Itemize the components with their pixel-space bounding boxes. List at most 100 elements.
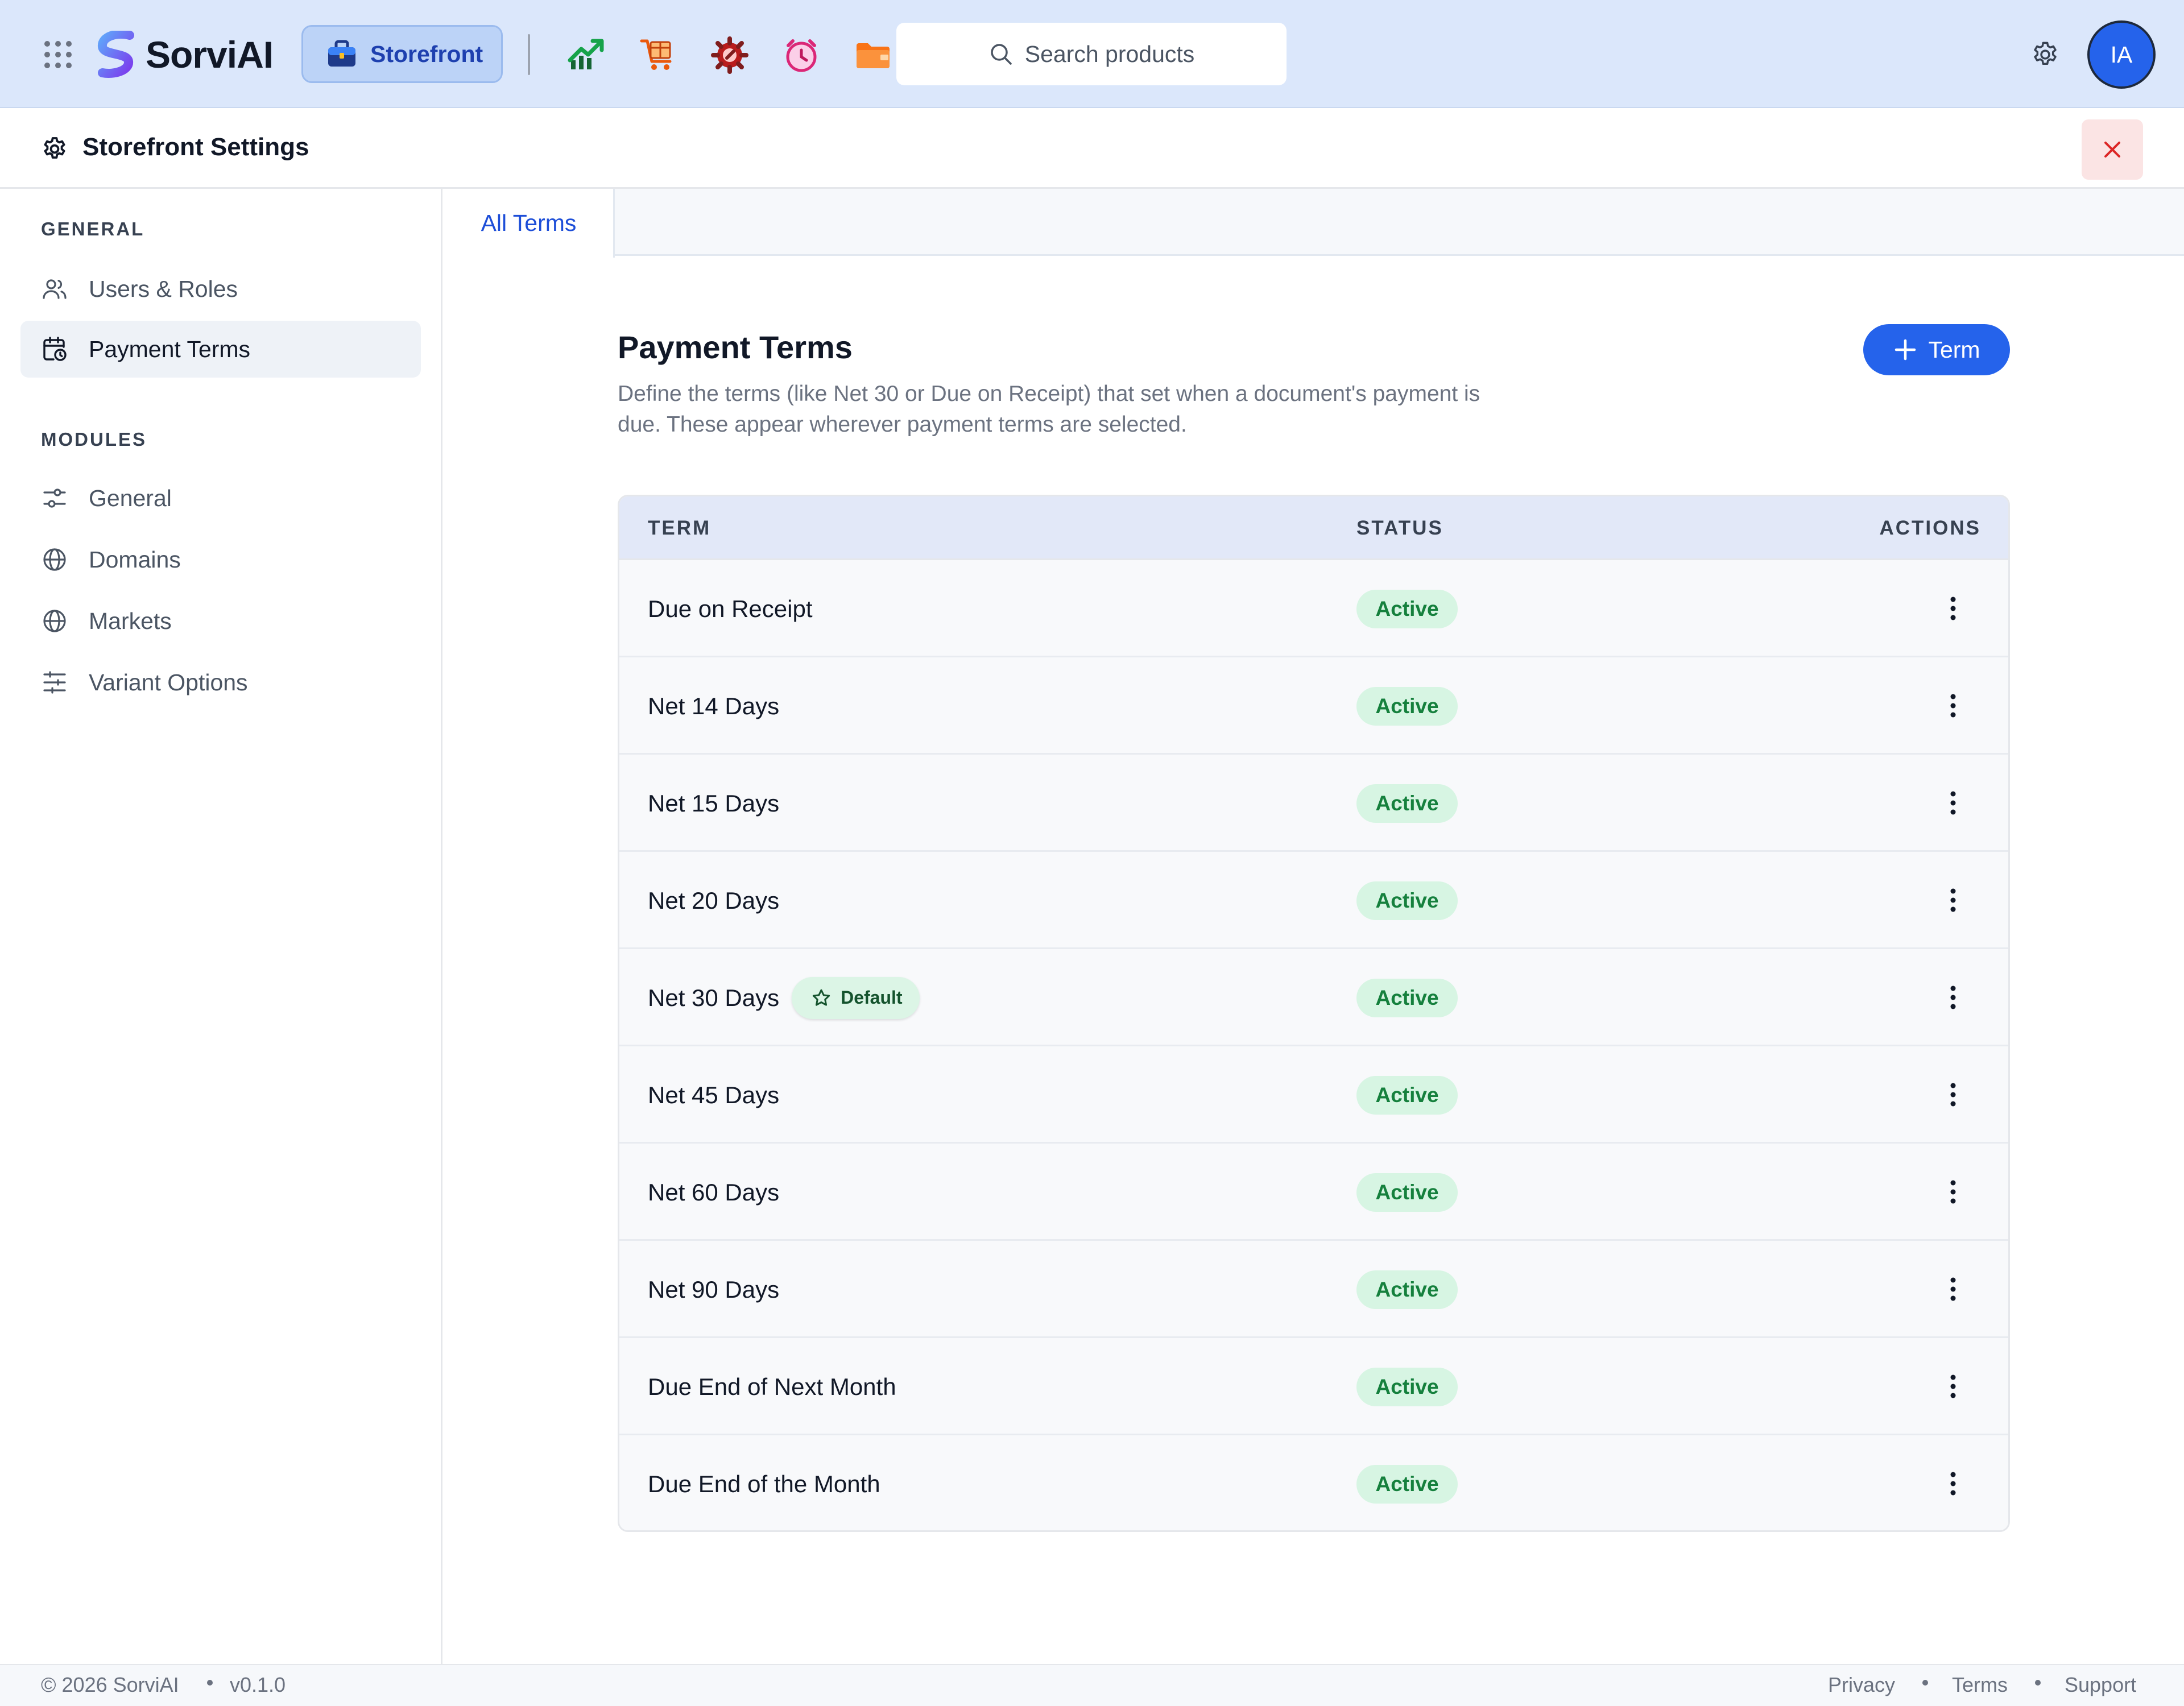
row-actions-button[interactable] (1934, 1173, 1972, 1211)
term-cell: Net 14 Days (648, 657, 779, 755)
footer-separator (2035, 1680, 2041, 1686)
sidebar-item-domains[interactable]: Domains (20, 531, 421, 588)
term-name: Net 30 Days (648, 984, 780, 1011)
more-vertical-icon (1950, 1277, 1956, 1301)
sidebar-item-label: Payment Terms (89, 336, 251, 362)
sidebar-item-markets[interactable]: Markets (20, 593, 421, 649)
settings-header: Storefront Settings (0, 108, 2184, 189)
row-actions-button[interactable] (1934, 979, 1972, 1016)
calendar-clock-icon (43, 337, 67, 361)
table-row[interactable]: Net 30 Days Default Active (619, 949, 2008, 1046)
sidebar-item-users-roles[interactable]: Users & Roles (20, 260, 421, 317)
package-cart-icon[interactable] (638, 35, 678, 75)
users-icon (43, 279, 67, 299)
table-header: TERM STATUS ACTIONS (619, 496, 2008, 560)
app-launcher-icon[interactable] (44, 41, 72, 68)
sidebar-item-variant-options[interactable]: Variant Options (20, 654, 421, 711)
term-cell: Net 45 Days (648, 1046, 779, 1144)
chart-trending-up-icon[interactable] (566, 35, 606, 75)
settings-sidebar: GENERAL Users & Roles Payment Terms MODU… (0, 189, 442, 1664)
status-badge: Active (1356, 784, 1458, 823)
brand-name: SorviAI (146, 34, 274, 76)
sidebar-item-label: General (89, 485, 172, 511)
settings-gear-icon (44, 137, 65, 159)
term-cell: Net 15 Days (648, 755, 779, 852)
term-name: Net 15 Days (648, 789, 780, 817)
default-badge-label: Default (841, 987, 903, 1008)
term-cell: Net 20 Days (648, 852, 779, 949)
page-description: Define the terms (like Net 30 or Due on … (618, 382, 1480, 437)
table-row[interactable]: Due End of Next Month Active (619, 1338, 2008, 1435)
active-app-label: Storefront (370, 40, 483, 67)
brand-logo-icon (98, 31, 134, 78)
term-cell: Net 30 Days Default (648, 949, 920, 1046)
add-term-label: Term (1928, 336, 1980, 363)
more-vertical-icon (1950, 985, 1956, 1009)
default-badge: Default (792, 976, 920, 1019)
sidebar-item-general[interactable]: General (20, 470, 421, 527)
term-name: Due on Receipt (648, 595, 813, 622)
page-title: Payment Terms (618, 329, 853, 365)
active-app-button[interactable]: Storefront (301, 25, 503, 83)
footer-link-privacy[interactable]: Privacy (1828, 1673, 1895, 1697)
table-row[interactable]: Net 14 Days Active (619, 657, 2008, 755)
footer-link-terms[interactable]: Terms (1952, 1673, 2008, 1697)
sidebar-item-label: Users & Roles (89, 275, 238, 302)
close-icon (2104, 142, 2120, 158)
footer-separator (207, 1680, 213, 1686)
table-row[interactable]: Net 90 Days Active (619, 1241, 2008, 1338)
gear-icon[interactable] (2030, 40, 2060, 69)
column-header-actions: ACTIONS (1879, 517, 1981, 539)
search-icon (990, 44, 1012, 65)
globe-icon (43, 610, 66, 632)
footer-separator (1922, 1680, 1928, 1686)
more-vertical-icon (1950, 888, 1956, 912)
user-avatar[interactable]: IA (2087, 20, 2156, 89)
topbar-divider (528, 34, 530, 75)
search-input[interactable]: Search products (896, 23, 1287, 85)
folder-icon[interactable] (853, 35, 893, 75)
more-vertical-icon (1950, 1180, 1956, 1204)
row-actions-button[interactable] (1934, 1465, 1972, 1502)
row-actions-button[interactable] (1934, 687, 1972, 724)
table-row[interactable]: Net 45 Days Active (619, 1046, 2008, 1144)
wrench-gear-icon[interactable] (710, 35, 750, 75)
term-name: Net 14 Days (648, 692, 780, 719)
status-badge: Active (1356, 1270, 1458, 1309)
sidebar-item-label: Markets (89, 607, 172, 634)
sliders-icon (43, 488, 66, 508)
table-row[interactable]: Net 15 Days Active (619, 755, 2008, 852)
term-name: Net 90 Days (648, 1276, 780, 1303)
plus-icon (1895, 339, 1916, 361)
table-row[interactable]: Net 20 Days Active (619, 852, 2008, 949)
tab-all-terms[interactable]: All Terms (444, 189, 615, 258)
sidebar-item-payment-terms[interactable]: Payment Terms (20, 321, 421, 378)
row-actions-button[interactable] (1934, 881, 1972, 919)
term-name: Due End of the Month (648, 1470, 880, 1497)
row-actions-button[interactable] (1934, 1270, 1972, 1308)
alarm-clock-icon[interactable] (781, 35, 821, 75)
top-bar: SorviAI Storefront Search products IA (0, 0, 2184, 108)
star-icon (812, 989, 830, 1006)
close-settings-button[interactable] (2082, 119, 2143, 180)
table-row[interactable]: Due End of the Month Active (619, 1435, 2008, 1530)
term-name: Net 60 Days (648, 1178, 780, 1206)
footer-link-support[interactable]: Support (2065, 1673, 2136, 1697)
sidebar-section-general: GENERAL (41, 218, 145, 239)
row-actions-button[interactable] (1934, 1076, 1972, 1113)
table-row[interactable]: Net 60 Days Active (619, 1144, 2008, 1241)
more-vertical-icon (1950, 597, 1956, 620)
brand-logo[interactable]: SorviAI (94, 28, 274, 81)
row-actions-button[interactable] (1934, 784, 1972, 822)
table-row[interactable]: Due on Receipt Active (619, 560, 2008, 657)
tab-bar: All Terms (444, 189, 2184, 258)
payment-terms-table: TERM STATUS ACTIONS Due on Receipt Active… (618, 495, 2010, 1532)
term-cell: Net 60 Days (648, 1144, 779, 1241)
row-actions-button[interactable] (1934, 590, 1972, 627)
add-term-button[interactable]: Term (1863, 324, 2010, 375)
footer-copyright: © 2026 SorviAI (41, 1673, 179, 1696)
sidebar-item-label: Variant Options (89, 669, 248, 695)
row-actions-button[interactable] (1934, 1368, 1972, 1405)
term-cell: Due on Receipt (648, 560, 813, 657)
more-vertical-icon (1950, 1472, 1956, 1496)
